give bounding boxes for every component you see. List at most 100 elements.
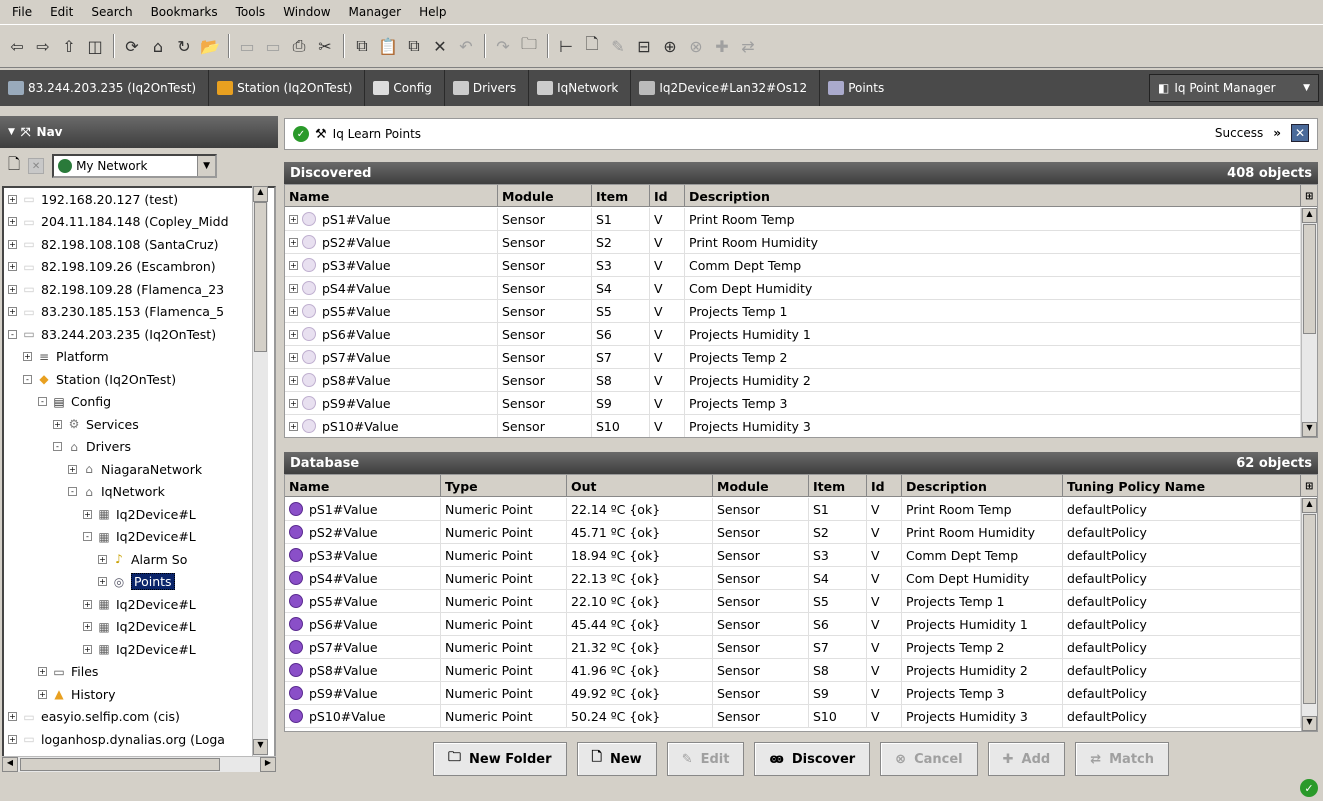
column-chooser-icon[interactable]: ⊞ <box>1301 185 1317 207</box>
new-tab-icon[interactable]: 🗋 <box>8 154 20 179</box>
tree-node[interactable]: - ◆ Station (Iq2OnTest) <box>23 368 176 390</box>
tree-node[interactable]: + ▦ Iq2Device#L <box>83 616 196 638</box>
export-icon[interactable]: ⎙ <box>286 33 312 59</box>
collapse-icon[interactable]: - <box>53 442 62 451</box>
cancel-icon[interactable]: ⊗ <box>683 33 709 59</box>
copy-icon[interactable]: ⧉ <box>349 33 375 59</box>
menu-search[interactable]: Search <box>83 5 142 19</box>
table-row[interactable]: + pS10#Value Sensor S10 V Projects Humidity 3 <box>285 415 1301 437</box>
scroll-down-icon[interactable]: ▼ <box>1302 422 1317 437</box>
column-header[interactable]: Item <box>592 185 650 207</box>
scroll-thumb[interactable] <box>20 758 220 771</box>
expand-icon[interactable]: + <box>53 419 62 429</box>
tree-node[interactable]: + ▲ History <box>38 683 115 705</box>
expand-icon[interactable]: + <box>289 421 298 431</box>
back-icon[interactable]: ⇦ <box>4 33 30 59</box>
column-header[interactable]: Name <box>285 185 498 207</box>
table-row[interactable]: pS9#Value Numeric Point 49.92 ºC {ok} Senso… <box>285 682 1301 705</box>
tree-node[interactable]: - ▤ Config <box>38 391 111 413</box>
tree-node[interactable]: + ▭ 82.198.108.108 (SantaCruz) <box>8 233 219 255</box>
menu-manager[interactable]: Manager <box>341 5 412 19</box>
expand-icon[interactable]: + <box>8 712 17 721</box>
menu-edit[interactable]: Edit <box>42 5 83 19</box>
table-row[interactable]: pS3#Value Numeric Point 18.94 ºC {ok} Senso… <box>285 544 1301 567</box>
table-row[interactable]: + pS6#Value Sensor S6 V Projects Humidity 1 <box>285 323 1301 346</box>
tree-node[interactable]: + ▭ 82.198.109.28 (Flamenca_23 <box>8 278 224 300</box>
cancel-button[interactable]: ⊗ Cancel <box>880 742 978 776</box>
new-icon[interactable]: 🗋 <box>579 33 605 59</box>
table-row[interactable]: + pS3#Value Sensor S3 V Comm Dept Temp <box>285 254 1301 277</box>
tree-node[interactable]: + ≡ Platform <box>23 346 109 368</box>
menu-help[interactable]: Help <box>411 5 456 19</box>
expand-icon[interactable]: + <box>289 306 298 316</box>
expand-icon[interactable]: + <box>8 734 17 744</box>
collapse-icon[interactable]: - <box>23 374 32 384</box>
scroll-up-icon[interactable]: ▲ <box>1302 498 1317 513</box>
match-icon[interactable]: ⇄ <box>735 33 761 59</box>
edit-button[interactable]: ✎ Edit <box>666 742 745 776</box>
close-icon[interactable]: ✕ <box>1291 124 1309 142</box>
menu-file[interactable]: File <box>4 5 42 19</box>
tree-node[interactable]: - ▦ Iq2Device#L <box>83 526 196 548</box>
expand-icon[interactable]: + <box>289 214 298 224</box>
tree-node[interactable]: + ♪ Alarm So <box>98 548 187 570</box>
expand-icon[interactable]: + <box>38 667 47 676</box>
home-icon[interactable]: ⌂ <box>145 33 171 59</box>
table-row[interactable]: pS10#Value Numeric Point 50.24 ºC {ok} Sens… <box>285 705 1301 728</box>
menu-tools[interactable]: Tools <box>228 5 276 19</box>
expand-icon[interactable]: + <box>289 352 298 362</box>
tree-node[interactable]: + ▭ 82.198.109.26 (Escambron) <box>8 256 216 278</box>
open-icon[interactable]: 📂 <box>197 33 223 59</box>
tree-node[interactable]: + ◎ Points <box>98 571 175 593</box>
cut-icon[interactable]: ✂ <box>312 33 338 59</box>
column-header[interactable]: Id <box>650 185 685 207</box>
hierarchy-icon[interactable]: ⊢ <box>553 33 579 59</box>
scroll-thumb[interactable] <box>254 202 267 352</box>
tree-node[interactable]: + ▦ Iq2Device#L <box>83 593 196 615</box>
view-selector[interactable]: ◧ Iq Point Manager ▼ <box>1149 74 1319 102</box>
column-header[interactable]: Id <box>867 475 902 497</box>
expand-icon[interactable]: + <box>8 262 17 271</box>
tree-node[interactable]: + ⚙ Services <box>53 413 139 435</box>
forward-icon[interactable]: ⇨ <box>30 33 56 59</box>
match-button[interactable]: ⇄ Match <box>1075 742 1170 776</box>
tree-node[interactable]: + ▭ 192.168.20.127 (test) <box>8 188 178 210</box>
expand-icon[interactable]: + <box>289 237 298 247</box>
table-row[interactable]: pS6#Value Numeric Point 45.44 ºC {ok} Senso… <box>285 613 1301 636</box>
expand-icon[interactable]: + <box>83 622 92 631</box>
table-row[interactable]: pS8#Value Numeric Point 41.96 ºC {ok} Senso… <box>285 659 1301 682</box>
save-all-icon[interactable]: ▭ <box>260 33 286 59</box>
tree-node[interactable]: + ▦ Iq2Device#L <box>83 503 196 525</box>
expand-icon[interactable]: + <box>289 260 298 270</box>
column-header[interactable]: Tuning Policy Name <box>1063 475 1301 497</box>
nav-tree-vscrollbar[interactable]: ▲ ▼ <box>252 186 268 771</box>
menu-window[interactable]: Window <box>275 5 340 19</box>
refresh-icon[interactable]: ↻ <box>171 33 197 59</box>
collapse-icon[interactable]: - <box>68 487 77 496</box>
menu-bookmarks[interactable]: Bookmarks <box>143 5 228 19</box>
scroll-thumb[interactable] <box>1303 224 1316 334</box>
table-row[interactable]: pS7#Value Numeric Point 21.32 ºC {ok} Senso… <box>285 636 1301 659</box>
table-vscrollbar[interactable]: ▲ ▼ <box>1301 208 1317 437</box>
tree-node[interactable]: + ▦ Iq2Device#L <box>83 638 196 660</box>
discover-icon[interactable]: ⊕ <box>657 33 683 59</box>
tree-node[interactable]: + ▭ 83.230.185.153 (Flamenca_5 <box>8 301 224 323</box>
table-row[interactable]: pS4#Value Numeric Point 22.13 ºC {ok} Senso… <box>285 567 1301 590</box>
expand-icon[interactable]: + <box>98 577 107 586</box>
scroll-down-icon[interactable]: ▼ <box>1302 716 1317 731</box>
expand-icon[interactable]: + <box>38 689 47 699</box>
expand-icon[interactable]: + <box>83 509 92 519</box>
location-crumb[interactable]: IqNetwork <box>529 70 630 106</box>
delete-icon[interactable]: ✕ <box>427 33 453 59</box>
table-row[interactable]: + pS8#Value Sensor S8 V Projects Humidity 2 <box>285 369 1301 392</box>
close-pane-icon[interactable]: ✕ <box>28 158 45 174</box>
expand-icon[interactable]: + <box>8 284 17 294</box>
location-crumb[interactable]: Drivers <box>445 70 528 106</box>
table-row[interactable]: pS1#Value Numeric Point 22.14 ºC {ok} Senso… <box>285 498 1301 521</box>
column-header[interactable]: Name <box>285 475 441 497</box>
discover-button[interactable]: ꙭ Discover <box>754 742 871 776</box>
panes-icon[interactable]: ◫ <box>82 33 108 59</box>
expand-icon[interactable]: + <box>8 194 17 204</box>
new-folder-icon[interactable]: 🗀 <box>516 33 542 59</box>
paste-icon[interactable]: 📋 <box>375 33 401 59</box>
